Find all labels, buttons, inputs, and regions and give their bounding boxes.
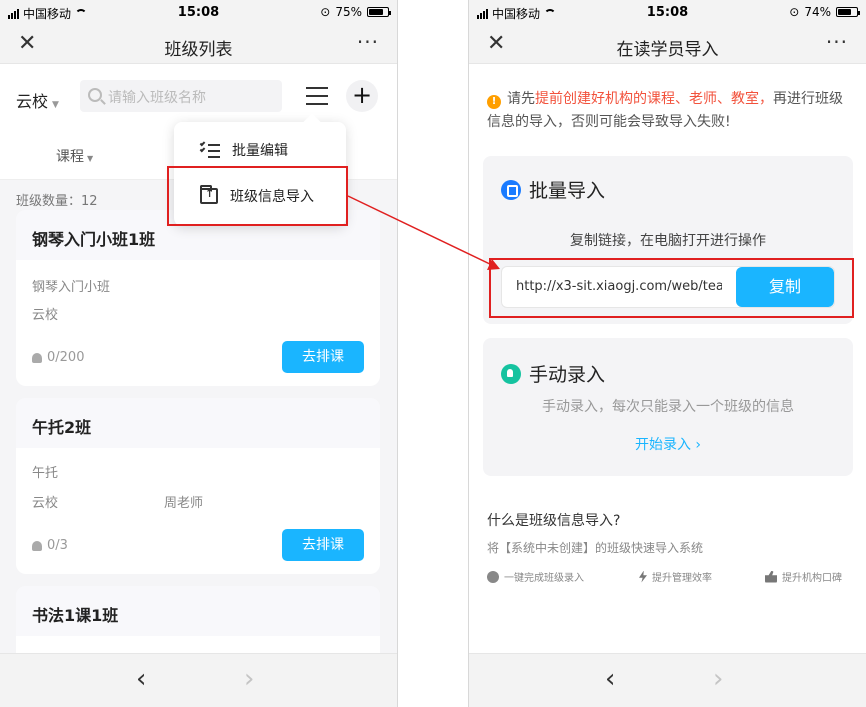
seats-value: 0/200 — [47, 350, 85, 365]
dropdown-menu: 批量编辑 班级信息导入 — [174, 122, 346, 226]
back-icon[interactable]: ‹ — [605, 664, 615, 694]
person-icon — [32, 352, 42, 363]
import-url[interactable]: http://x3-sit.xiaogj.com/web/teacher — [516, 279, 722, 294]
menu-item-label: 批量编辑 — [232, 143, 288, 159]
feature-label: 提升机构口碑 — [782, 573, 842, 584]
thumbs-up-icon — [765, 570, 777, 583]
class-course: 钢琴入门小班 — [32, 280, 111, 295]
folder-upload-icon — [200, 185, 218, 204]
nav-bar: ✕ 班级列表 ··· — [0, 26, 397, 64]
battery-percent: 74% — [804, 5, 831, 19]
feature-label: 提升管理效率 — [652, 573, 712, 584]
feature-item: 提升管理效率 — [639, 569, 712, 584]
left-phone-screen: 中国移动 15:08 ⊙ 75% ✕ 班级列表 ··· 云校 ▼ 请输入班级名称 … — [0, 0, 398, 707]
hand-icon — [501, 363, 521, 384]
manual-entry-panel: 手动录入 手动录入，每次只能录入一个班级的信息 开始录入 › — [483, 338, 853, 476]
feature-label: 一键完成班级录入 — [504, 573, 584, 584]
lightning-icon — [639, 570, 647, 583]
search-placeholder: 请输入班级名称 — [108, 90, 206, 106]
course-filter-label: 课程 — [56, 149, 84, 165]
nav-bar: ✕ 在读学员导入 ··· — [469, 26, 866, 64]
alarm-icon: ⊙ — [320, 5, 331, 19]
person-icon — [32, 540, 42, 551]
manual-entry-title: 手动录入 — [501, 360, 605, 387]
batch-title-label: 批量导入 — [529, 180, 606, 202]
chevron-right-icon: › — [695, 437, 702, 453]
page-title: 班级列表 — [164, 40, 233, 60]
caret-down-icon: ▼ — [87, 154, 94, 163]
add-class-button[interactable]: + — [346, 80, 378, 112]
class-teacher: 周老师 — [164, 496, 204, 511]
class-seats: 0/3 — [32, 538, 68, 553]
what-is-title: 什么是班级信息导入? — [487, 513, 621, 529]
menu-item-label: 班级信息导入 — [230, 189, 314, 205]
class-campus: 云校 — [32, 308, 59, 323]
import-notice: ! 请先提前创建好机构的课程、老师、教室，再进行班级信息的导入，否则可能会导致导入… — [487, 88, 851, 134]
class-seats: 0/200 — [32, 350, 84, 365]
class-name: 书法1课1班 — [16, 586, 380, 636]
bottom-toolbar: ‹ › — [469, 653, 866, 707]
start-entry-label: 开始录入 — [634, 437, 691, 453]
notice-highlight: 提前创建好机构的课程、老师、教室， — [535, 91, 773, 107]
class-name: 午托2班 — [16, 398, 380, 448]
page-title: 在读学员导入 — [616, 40, 719, 60]
search-input[interactable]: 请输入班级名称 — [80, 80, 282, 112]
more-icon[interactable]: ··· — [826, 30, 848, 54]
campus-selector[interactable]: 云校 ▼ — [16, 88, 59, 112]
import-content: ! 请先提前创建好机构的课程、老师、教室，再进行班级信息的导入，否则可能会导致导入… — [469, 64, 866, 653]
batch-import-panel: 批量导入 复制链接，在电脑打开进行操作 http://x3-sit.xiaogj… — [483, 156, 853, 324]
battery-icon — [367, 7, 391, 17]
search-icon — [88, 88, 102, 102]
menu-item-import[interactable]: 班级信息导入 — [200, 185, 314, 206]
feature-item: 提升机构口碑 — [765, 569, 842, 584]
forward-icon[interactable]: › — [713, 664, 723, 694]
manual-title-label: 手动录入 — [529, 364, 606, 386]
schedule-button[interactable]: 去排课 — [282, 529, 364, 561]
forward-icon[interactable]: › — [244, 664, 254, 694]
copy-button[interactable]: 复制 — [736, 267, 834, 307]
seats-value: 0/3 — [47, 538, 68, 553]
menu-item-batch-edit[interactable]: 批量编辑 — [199, 140, 288, 160]
course-filter[interactable]: 课程 ▼ — [56, 146, 93, 166]
status-bar: 中国移动 15:08 ⊙ 74% — [469, 0, 866, 26]
status-right: ⊙ 75% — [320, 5, 391, 19]
caret-down-icon: ▼ — [52, 100, 59, 110]
checklist-icon — [199, 140, 220, 158]
class-card[interactable]: 午托2班 午托 云校 周老师 0/3 去排课 — [16, 398, 380, 574]
back-icon[interactable]: ‹ — [136, 664, 146, 694]
alarm-icon: ⊙ — [789, 5, 800, 19]
status-right: ⊙ 74% — [789, 5, 860, 19]
class-course: 午托 — [32, 466, 59, 481]
class-card[interactable]: 钢琴入门小班1班 钢琴入门小班 云校 0/200 去排课 — [16, 210, 380, 386]
what-is-description: 将【系统中未创建】的班级快速导入系统 — [487, 541, 704, 555]
batch-import-title: 批量导入 — [501, 176, 605, 203]
menu-button[interactable] — [306, 87, 328, 105]
status-bar: 中国移动 15:08 ⊙ 75% — [0, 0, 397, 26]
battery-percent: 75% — [335, 5, 362, 19]
start-entry-link[interactable]: 开始录入 › — [483, 434, 853, 454]
batch-import-subtitle: 复制链接，在电脑打开进行操作 — [570, 233, 766, 249]
battery-icon — [836, 7, 860, 17]
right-phone-screen: 中国移动 15:08 ⊙ 74% ✕ 在读学员导入 ··· ! 请先提前创建好机构… — [468, 0, 866, 707]
notice-pre: 请先 — [507, 91, 535, 107]
bottom-toolbar: ‹ › — [0, 653, 397, 707]
link-row: http://x3-sit.xiaogj.com/web/teacher 复制 — [501, 266, 835, 308]
gauge-icon — [487, 570, 499, 583]
class-campus: 云校 — [32, 496, 59, 511]
search-row: 云校 ▼ 请输入班级名称 + — [0, 64, 397, 130]
copy-icon — [501, 179, 521, 200]
schedule-button[interactable]: 去排课 — [282, 341, 364, 373]
manual-entry-subtitle: 手动录入，每次只能录入一个班级的信息 — [542, 399, 794, 415]
more-icon[interactable]: ··· — [357, 30, 379, 54]
feature-item: 一键完成班级录入 — [487, 569, 584, 584]
campus-label: 云校 — [16, 92, 49, 111]
warning-icon: ! — [487, 95, 501, 109]
